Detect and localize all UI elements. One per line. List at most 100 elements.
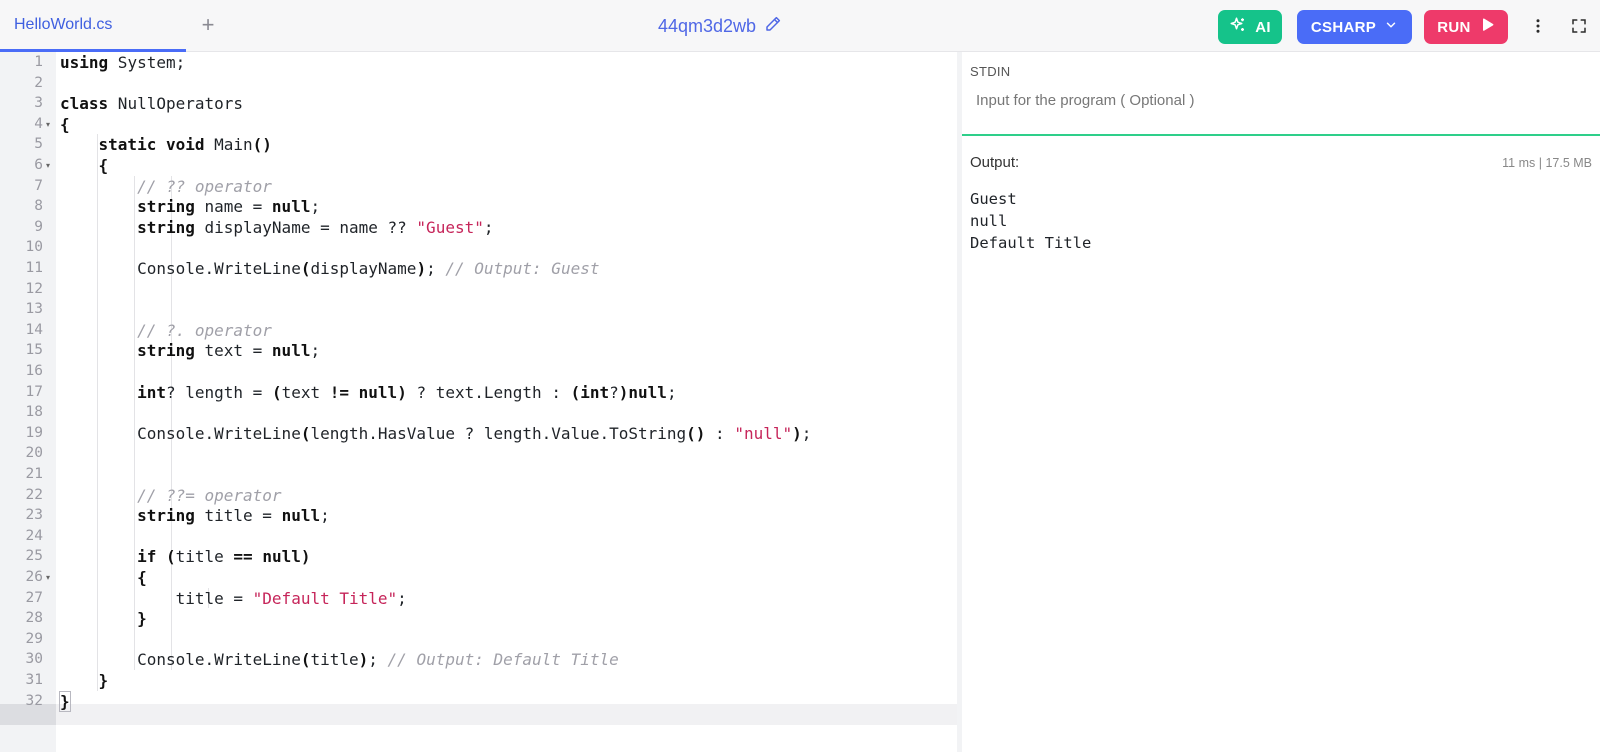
code-token: ; (310, 341, 321, 361)
code-line[interactable] (56, 73, 957, 94)
line-number: 19 (25, 424, 43, 441)
code-line[interactable] (56, 629, 957, 650)
code-line[interactable]: } (56, 670, 957, 691)
code-token: NullOperators (108, 94, 244, 114)
fullscreen-icon[interactable] (1566, 13, 1592, 39)
code-token: } (98, 671, 109, 690)
code-token: ; (426, 259, 446, 278)
code-token: ; (397, 588, 407, 608)
code-line[interactable]: { (56, 567, 957, 588)
fold-toggle-icon[interactable]: ▾ (46, 155, 54, 176)
line-number: 22 (25, 486, 43, 503)
code-token: ( (165, 547, 176, 567)
run-button-label: RUN (1437, 18, 1471, 36)
code-token: ? length = (165, 382, 272, 402)
code-line[interactable] (56, 526, 957, 547)
code-line[interactable]: static void Main() (56, 134, 957, 155)
code-token: static void (98, 135, 205, 155)
more-vertical-icon[interactable] (1525, 13, 1551, 39)
line-number: 9 (34, 218, 43, 235)
code-token: int (137, 382, 166, 402)
code-token: Console.WriteLine (60, 259, 301, 278)
line-number: 26 (25, 569, 43, 585)
code-line[interactable]: } (56, 690, 957, 712)
code-token: Main (204, 135, 253, 155)
code-line[interactable]: string title = null; (56, 505, 957, 526)
code-token: System; (108, 53, 186, 72)
code-line[interactable] (56, 361, 957, 382)
code-line[interactable]: class NullOperators (56, 93, 957, 114)
pencil-icon[interactable] (764, 15, 782, 38)
add-tab-button[interactable]: + (196, 12, 220, 37)
code-token: string (137, 506, 195, 526)
fold-toggle-icon[interactable]: ▾ (46, 114, 54, 135)
line-number: 6 (34, 157, 43, 173)
line-number: 10 (25, 239, 43, 256)
code-token: ; (483, 217, 494, 237)
code-line[interactable]: Console.WriteLine(title); // Output: Def… (56, 649, 957, 670)
project-name[interactable]: 44qm3d2wb (658, 14, 782, 38)
line-number: 28 (25, 610, 43, 627)
code-editor[interactable]: 1 2 3 4 ▾ 5 6 ▾ 7 8 9 10 11 12 13 14 15 16 17 18 19 20 21 22 23 2… (0, 52, 957, 752)
output-console: Guest null Default Title (970, 188, 1091, 254)
code-line[interactable] (56, 279, 957, 300)
code-token: displayName = name ?? (194, 217, 417, 237)
ai-button[interactable]: AI (1218, 10, 1282, 44)
line-number: 24 (25, 527, 43, 544)
code-token: "Guest" (416, 217, 484, 237)
code-line[interactable] (56, 464, 957, 485)
code-token: )null (618, 382, 667, 402)
code-line[interactable]: Console.WriteLine(length.HasValue ? leng… (56, 423, 957, 444)
code-token: { (137, 568, 147, 587)
run-button[interactable]: RUN (1424, 10, 1508, 44)
code-line[interactable] (56, 443, 957, 464)
code-token: // ??= operator (137, 485, 282, 505)
code-token: null (281, 506, 321, 526)
code-token: "null" (734, 423, 793, 443)
code-line[interactable]: string name = null; (56, 196, 957, 217)
code-content[interactable]: using System; class NullOperators{ static… (56, 52, 957, 752)
code-line[interactable]: string text = null; (56, 340, 957, 361)
code-line[interactable]: title = "Default Title"; (56, 588, 957, 609)
code-token: string (137, 217, 195, 237)
code-line[interactable]: using System; (56, 52, 957, 73)
code-line[interactable]: // ?. operator (56, 320, 957, 341)
code-line[interactable] (56, 237, 957, 258)
line-number: 2 (34, 74, 43, 91)
code-token: if (137, 547, 157, 567)
code-token: displayName (310, 259, 417, 278)
code-token: null (262, 547, 301, 567)
code-line[interactable]: { (56, 114, 957, 135)
tab-hello-world[interactable]: HelloWorld.cs (0, 0, 186, 52)
line-number: 3 (34, 95, 43, 112)
code-line[interactable]: if (title == null) (56, 546, 957, 567)
code-line[interactable]: } (56, 608, 957, 629)
code-token: { (98, 156, 109, 175)
fold-toggle-icon[interactable]: ▾ (46, 567, 54, 588)
code-token: title (175, 547, 234, 567)
ai-button-label: AI (1255, 18, 1271, 36)
code-token: string (137, 197, 195, 217)
code-line[interactable]: { (56, 155, 957, 176)
code-token: ) (358, 650, 369, 670)
code-line[interactable]: string displayName = name ?? "Guest"; (56, 217, 957, 238)
code-token: () (686, 423, 706, 443)
code-token: using (60, 53, 109, 72)
stdin-input[interactable] (970, 85, 1590, 115)
code-line[interactable]: // ??= operator (56, 485, 957, 506)
project-name-label: 44qm3d2wb (658, 15, 757, 36)
code-line[interactable]: Console.WriteLine(displayName); // Outpu… (56, 258, 957, 279)
code-line[interactable]: // ?? operator (56, 176, 957, 197)
language-select[interactable]: CSHARP (1297, 10, 1412, 44)
code-line[interactable] (56, 402, 957, 423)
code-line[interactable] (56, 299, 957, 320)
code-line[interactable]: int? length = (text != null) ? text.Leng… (56, 382, 957, 403)
